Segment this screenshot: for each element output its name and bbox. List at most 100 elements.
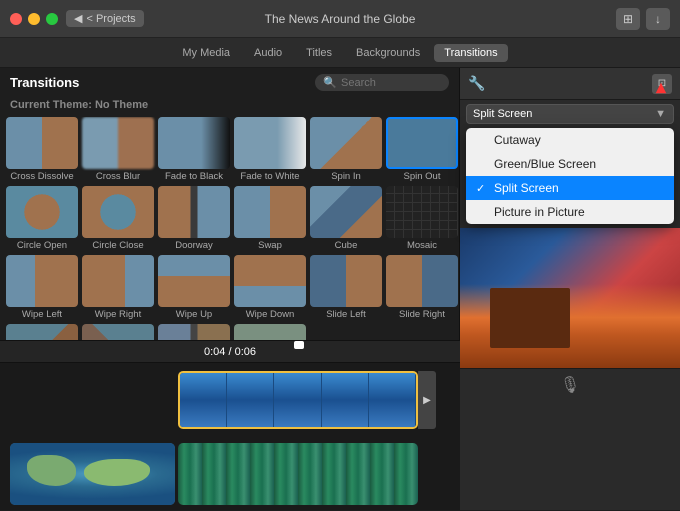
thumb-circle-open [6, 186, 78, 238]
clip-main[interactable] [178, 371, 418, 429]
label-spin-out: Spin Out [404, 171, 441, 182]
tab-audio[interactable]: Audio [244, 44, 292, 62]
thumb-wipe-left [6, 255, 78, 307]
thumb-wipe-down [234, 255, 306, 307]
nav-tabs: My Media Audio Titles Backgrounds Transi… [0, 38, 680, 68]
transition-wipe-left[interactable]: Wipe Left [6, 255, 78, 320]
thumb-doorway [158, 186, 230, 238]
thumb-spin-out [386, 117, 458, 169]
thumb-spin-in [310, 117, 382, 169]
dropdown-container: Cutaway Green/Blue Screen Split Screen P… [460, 100, 680, 128]
tab-backgrounds[interactable]: Backgrounds [346, 44, 430, 62]
label-fade-black: Fade to Black [165, 171, 223, 182]
label-mosaic: Mosaic [407, 240, 437, 251]
titlebar-icons: ⊞ ↓ [616, 8, 670, 30]
timeline-area: 0:04 / 0:06 [0, 340, 460, 510]
transition-doorway[interactable]: Doorway [158, 186, 230, 251]
menu-item-pip[interactable]: Picture in Picture [466, 200, 674, 224]
effect-type-dropdown[interactable]: Cutaway Green/Blue Screen Split Screen P… [466, 104, 674, 124]
transition-slide-left[interactable]: Slide Left [310, 255, 382, 320]
label-doorway: Doorway [175, 240, 213, 251]
transition-cube[interactable]: Cube [310, 186, 382, 251]
transitions-panel: Transitions 🔍 Current Theme: No Theme Cr… [0, 68, 460, 510]
panel-title: Transitions [10, 75, 79, 90]
transition-mosaic[interactable]: Mosaic [386, 186, 458, 251]
tab-titles[interactable]: Titles [296, 44, 342, 62]
search-box[interactable]: 🔍 [315, 74, 449, 91]
thumb-circle-close [82, 186, 154, 238]
transition-fade-to-black[interactable]: Fade to Black [158, 117, 230, 182]
transitions-header: Transitions 🔍 [0, 68, 459, 97]
chevron-left-icon: ◀ [74, 12, 82, 25]
transition-cross-blur[interactable]: Cross Blur [82, 117, 154, 182]
playhead-marker [294, 341, 304, 349]
thumb-slide-right [386, 255, 458, 307]
menu-item-green-blue[interactable]: Green/Blue Screen [466, 152, 674, 176]
right-panel: 🔧 ⊡ Cutaway Green/Blue Screen Split Scre… [460, 68, 680, 510]
tab-transitions[interactable]: Transitions [434, 44, 507, 62]
grid-view-button[interactable]: ⊞ [616, 8, 640, 30]
projects-button[interactable]: ◀ < Projects [66, 10, 144, 27]
search-input[interactable] [341, 77, 441, 89]
clip-waterfall[interactable] [178, 443, 418, 505]
transition-circle-open[interactable]: Circle Open [6, 186, 78, 251]
thumb-mosaic [386, 186, 458, 238]
mic-bar: 🎙 [460, 368, 680, 400]
label-cross-blur: Cross Blur [96, 171, 140, 182]
transition-slide-right[interactable]: Slide Right [386, 255, 458, 320]
thumb-fade-black [158, 117, 230, 169]
transition-fade-to-white[interactable]: Fade to White [234, 117, 306, 182]
label-wipe-up: Wipe Up [176, 309, 212, 320]
clip-main-visual [180, 373, 416, 427]
clip-map[interactable] [10, 443, 175, 505]
timecode-display: 0:04 / 0:06 [204, 346, 256, 358]
microphone-icon[interactable]: 🎙 [560, 375, 580, 395]
preview-image [460, 228, 680, 368]
grid-row-2: Circle Open Circle Close Doorway Swap Cu… [6, 186, 453, 251]
thumb-wipe-up [158, 255, 230, 307]
label-cube: Cube [335, 240, 358, 251]
red-indicator-arrow: ▼ [652, 78, 670, 99]
label-cross-dissolve: Cross Dissolve [10, 171, 73, 182]
theme-label: Current Theme: No Theme [0, 97, 459, 117]
timeline-clips: ▶ [0, 363, 460, 511]
main-layout: Transitions 🔍 Current Theme: No Theme Cr… [0, 68, 680, 510]
label-slide-right: Slide Right [399, 309, 445, 320]
maximize-button[interactable] [46, 13, 58, 25]
menu-item-split-screen[interactable]: ✓ Split Screen [466, 176, 674, 200]
thumb-fade-white [234, 117, 306, 169]
transition-wipe-down[interactable]: Wipe Down [234, 255, 306, 320]
clip-map-visual [10, 443, 175, 505]
transition-wipe-up[interactable]: Wipe Up [158, 255, 230, 320]
import-button[interactable]: ↓ [646, 8, 670, 30]
timecode-bar: 0:04 / 0:06 [0, 341, 460, 363]
label-wipe-left: Wipe Left [22, 309, 62, 320]
tab-my-media[interactable]: My Media [172, 44, 240, 62]
transition-circle-close[interactable]: Circle Close [82, 186, 154, 251]
grid-row-3: Wipe Left Wipe Right Wipe Up Wipe Down S… [6, 255, 453, 320]
label-wipe-right: Wipe Right [95, 309, 141, 320]
thumb-cross-dissolve [6, 117, 78, 169]
transition-spin-in[interactable]: Spin In [310, 117, 382, 182]
dropdown-menu: Cutaway Green/Blue Screen ✓ Split Screen… [466, 128, 674, 224]
label-circle-close: Circle Close [92, 240, 143, 251]
transition-cross-dissolve[interactable]: Cross Dissolve [6, 117, 78, 182]
close-button[interactable] [10, 13, 22, 25]
traffic-lights [10, 13, 58, 25]
label-fade-white: Fade to White [240, 171, 299, 182]
titlebar: ◀ < Projects ⊞ ↓ The News Around the Glo… [0, 0, 680, 38]
transition-wipe-right[interactable]: Wipe Right [82, 255, 154, 320]
thumb-wipe-right [82, 255, 154, 307]
minimize-button[interactable] [28, 13, 40, 25]
label-circle-open: Circle Open [17, 240, 67, 251]
thumb-cube [310, 186, 382, 238]
settings-icon[interactable]: 🔧 [468, 75, 485, 92]
menu-item-cutaway[interactable]: Cutaway [466, 128, 674, 152]
thumb-cross-blur [82, 117, 154, 169]
label-spin-in: Spin In [331, 171, 361, 182]
checkmark-icon: ✓ [476, 182, 488, 195]
clip-end-handle[interactable]: ▶ [418, 371, 436, 429]
transition-swap[interactable]: Swap [234, 186, 306, 251]
window-title: The News Around the Globe [265, 12, 416, 26]
transition-spin-out[interactable]: Spin Out [386, 117, 458, 182]
